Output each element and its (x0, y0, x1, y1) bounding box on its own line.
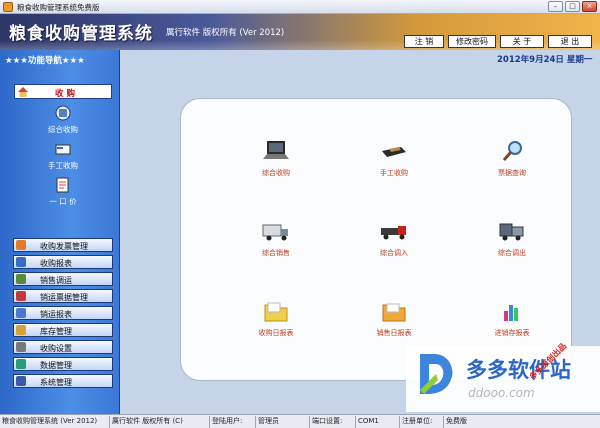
sidebar-section-label: 库存管理 (40, 327, 72, 336)
change-password-button[interactable]: 修改密码 (448, 35, 496, 48)
sidebar-section-purchase[interactable]: 收 购 (14, 84, 112, 99)
calculator-icon (55, 105, 71, 121)
exit-button[interactable]: 退 出 (548, 35, 592, 48)
sidebar-section-label: 销售调运 (40, 276, 72, 285)
status-port-label: 端口设置: (310, 416, 356, 428)
function-label: 手工收购 (380, 169, 408, 177)
app-copyright: 厲行软件 版权所有 (Ver 2012) (166, 28, 285, 38)
chart-icon (504, 305, 518, 321)
close-button[interactable]: × (582, 1, 597, 12)
function-inventory-report[interactable]: 进销存报表 (475, 299, 549, 338)
sidebar-item-manual-purchase[interactable]: 手工收购 (40, 140, 86, 171)
maximize-button[interactable]: □ (565, 1, 580, 12)
magnifier-icon (502, 141, 522, 161)
red-truck-icon (381, 226, 406, 240)
app-title: 粮食收购管理系统 (9, 24, 153, 44)
sidebar-section-label: 收 购 (55, 89, 75, 99)
function-receipt-query[interactable]: 票据查询 (475, 139, 549, 178)
function-comprehensive-transfer-in[interactable]: 综合调入 (357, 219, 431, 258)
card-icon (55, 144, 71, 155)
function-label: 收购日报表 (258, 329, 294, 337)
sidebar-section-purchase-report[interactable]: 收购报表 (13, 255, 113, 269)
folder-icon (264, 302, 288, 322)
sidebar-item-label: 手工收购 (48, 161, 78, 170)
cargo-truck-icon (499, 223, 524, 241)
status-reg-value: 免费版 (446, 417, 467, 425)
function-label: 综合调入 (380, 249, 408, 257)
sidebar-section-label: 收购报表 (40, 259, 72, 268)
users-icon (16, 376, 26, 386)
wallet-icon (382, 147, 406, 157)
window-titlebar: 粮食收购管理系统免费版 – □ × (0, 0, 600, 14)
sidebar-section-system-management[interactable]: 系统管理 (13, 374, 113, 388)
settings-icon (16, 342, 26, 352)
function-label: 综合销售 (262, 249, 290, 257)
sidebar-section-label: 销运票据管理 (40, 293, 88, 302)
note-icon (56, 177, 69, 193)
function-purchase-daily-report[interactable]: 收购日报表 (239, 299, 313, 338)
sidebar-item-fixed-price[interactable]: 一 口 价 (40, 176, 86, 207)
function-comprehensive-purchase[interactable]: 综合收购 (239, 139, 313, 178)
function-manual-purchase[interactable]: 手工收购 (357, 139, 431, 178)
function-label: 销售日报表 (376, 329, 412, 337)
function-label: 综合调出 (498, 249, 526, 257)
sidebar-section-transport-report[interactable]: 销运报表 (13, 306, 113, 320)
warehouse-icon (16, 325, 26, 335)
receipt-icon (16, 291, 26, 301)
sidebar: ★★★功能导航★★★ 收 购 综合收购 手工收购 一 口 价 收购发票管理 收购… (0, 50, 120, 414)
status-user-label: 登陆用户: (210, 416, 256, 428)
sidebar-section-label: 销运报表 (40, 310, 72, 319)
sidebar-section-purchase-settings[interactable]: 收购设置 (13, 340, 113, 354)
nav-header: ★★★功能导航★★★ (5, 56, 85, 66)
sidebar-section-label: 收购设置 (40, 344, 72, 353)
sidebar-item-label: 综合收购 (48, 125, 78, 134)
database-icon (16, 359, 26, 369)
d-logo-icon (420, 354, 453, 394)
sidebar-section-transport-receipts[interactable]: 销运票据管理 (13, 289, 113, 303)
watermark-url: ddooo.com (468, 386, 535, 400)
sidebar-item-label: 一 口 价 (49, 197, 77, 206)
function-sales-daily-report[interactable]: 销售日报表 (357, 299, 431, 338)
sidebar-section-data-management[interactable]: 数据管理 (13, 357, 113, 371)
sidebar-section-label: 数据管理 (40, 361, 72, 370)
truck-icon (262, 224, 288, 241)
sidebar-item-comprehensive-purchase[interactable]: 综合收购 (40, 104, 86, 135)
sidebar-section-label: 系统管理 (40, 378, 72, 387)
report-icon (16, 257, 26, 267)
function-label: 进销存报表 (494, 329, 530, 337)
sidebar-section-label: 收购发票管理 (40, 242, 88, 251)
status-copyright: 厲行软件 版权所有 (C) (110, 416, 210, 428)
window-title: 粮食收购管理系统免费版 (17, 3, 100, 12)
status-port-value: COM1 (356, 416, 400, 428)
status-reg-label: 注册单位: (400, 416, 444, 428)
current-date: 2012年9月24日 星期一 (497, 55, 593, 65)
report-icon (16, 308, 26, 318)
sidebar-section-inventory[interactable]: 库存管理 (13, 323, 113, 337)
sidebar-section-sales-transport[interactable]: 销售调运 (13, 272, 113, 286)
minimize-button[interactable]: – (548, 1, 563, 12)
function-comprehensive-sales[interactable]: 综合销售 (239, 219, 313, 258)
sidebar-section-invoice-management[interactable]: 收购发票管理 (13, 238, 113, 252)
folder-icon (382, 303, 406, 322)
status-user-value: 管理员 (256, 416, 310, 428)
function-panel: 综合收购 手工收购 票据查询 综合销售 综合调入 综合调出 收购日报表 销售日报… (180, 98, 572, 381)
about-button[interactable]: 关 于 (500, 35, 544, 48)
status-bar: 粮食收购管理系统 (Ver 2012) 厲行软件 版权所有 (C) 登陆用户: … (0, 414, 600, 428)
app-icon (3, 2, 13, 12)
function-label: 综合收购 (262, 169, 290, 177)
house-icon (18, 87, 28, 97)
invoice-icon (16, 240, 26, 250)
watermark: 多多软件站 ddooo.com 多多原创出品 (406, 341, 600, 412)
function-comprehensive-transfer-out[interactable]: 综合调出 (475, 219, 549, 258)
truck-icon (16, 274, 26, 284)
function-label: 票据查询 (498, 169, 526, 177)
laptop-icon (263, 141, 289, 159)
status-app: 粮食收购管理系统 (Ver 2012) (0, 416, 110, 428)
logout-button[interactable]: 注 销 (404, 35, 444, 48)
